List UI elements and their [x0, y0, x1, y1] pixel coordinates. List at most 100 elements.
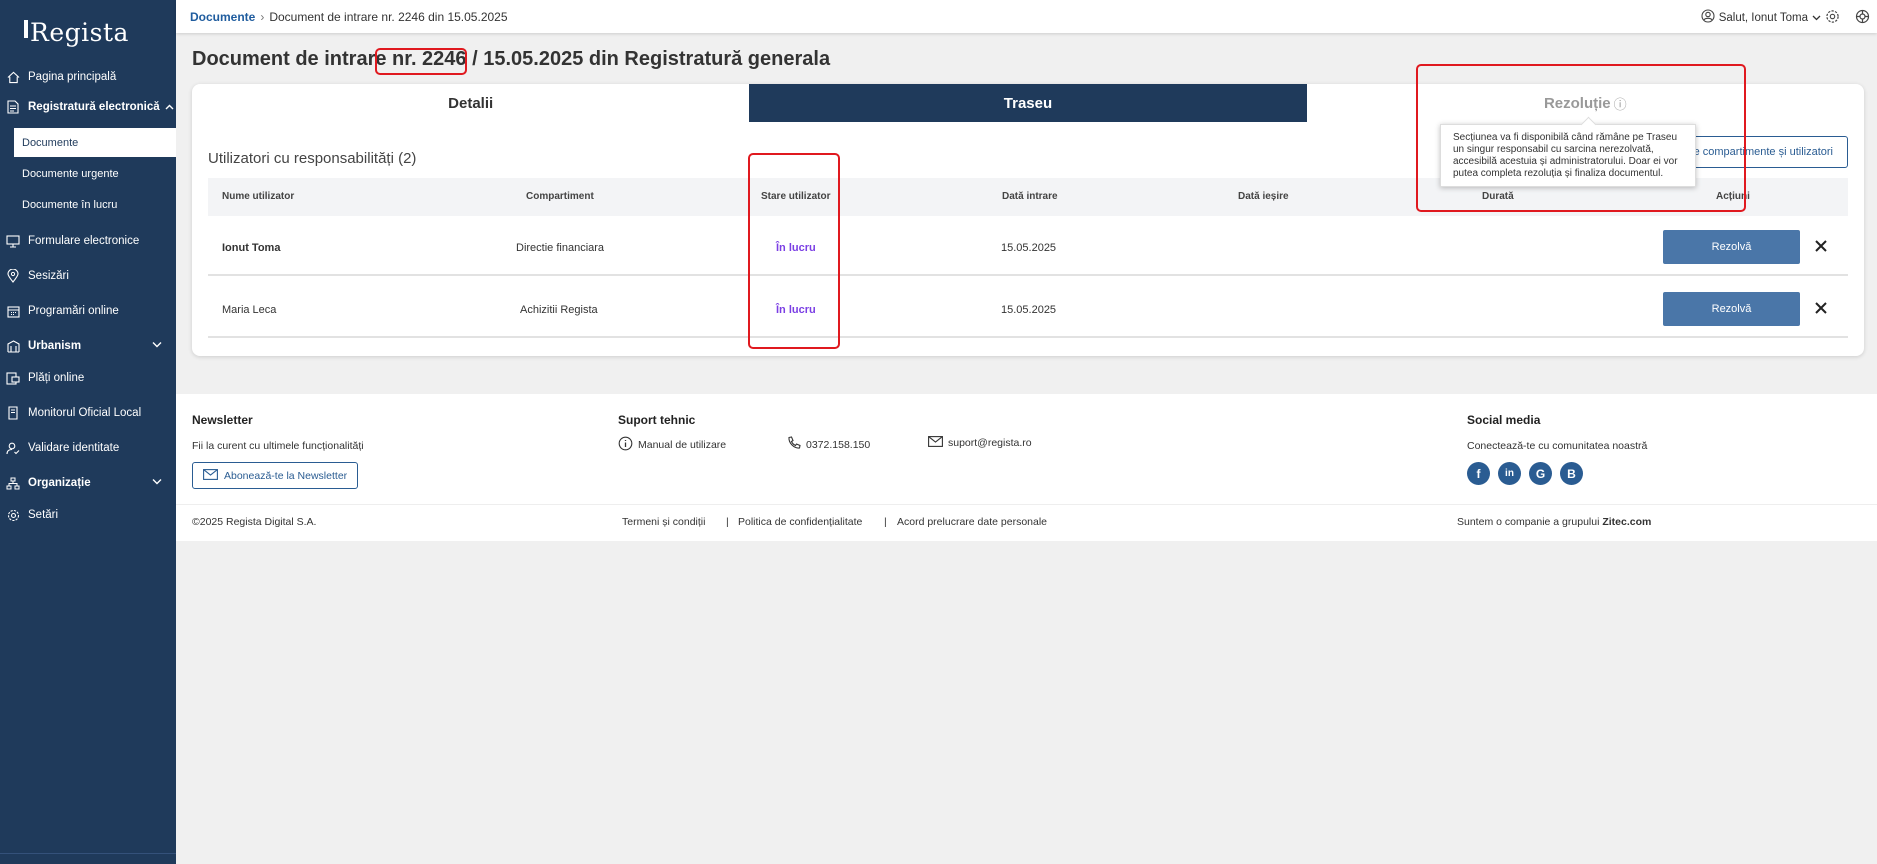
breadcrumb-link-documente[interactable]: Documente	[190, 10, 255, 24]
support-email: suport@regista.ro	[948, 437, 1032, 449]
logo-mark	[24, 20, 28, 38]
sidebar: Regista Pagina principală Registratură e…	[0, 0, 176, 864]
tab-traseu[interactable]: Traseu	[749, 84, 1307, 122]
column-header: Durată	[1482, 191, 1514, 202]
user-status: În lucru	[776, 304, 816, 316]
help-lifebuoy-icon[interactable]	[1855, 9, 1871, 25]
column-header: Nume utilizator	[222, 191, 295, 202]
resolve-button[interactable]: Rezolvă	[1663, 292, 1800, 326]
app-logo[interactable]: Regista	[24, 18, 129, 47]
info-icon[interactable]: ⓘ	[1614, 94, 1627, 113]
user-department: Achizitii Regista	[520, 304, 598, 316]
sidebar-divider	[0, 853, 176, 854]
top-bar: Documente › Document de intrare nr. 2246 d…	[176, 0, 1877, 33]
form-icon	[6, 234, 20, 248]
company-text: Suntem o companie a grupului Zitec.com	[1457, 516, 1651, 528]
google-icon[interactable]: G	[1529, 462, 1552, 485]
mail-icon	[928, 436, 943, 450]
chevron-up-icon	[165, 101, 174, 113]
user-name: Maria Leca	[222, 304, 277, 316]
info-circle-icon	[618, 436, 633, 454]
phone-link[interactable]: 0372.158.150	[787, 436, 870, 453]
manual-link[interactable]: Manual de utilizare	[618, 436, 726, 454]
sidebar-item-label: Plăți online	[28, 372, 85, 384]
title-suffix: / 15.05.2025 din Registratură generala	[466, 48, 831, 70]
user-avatar-icon	[1701, 9, 1715, 26]
rezolutie-tooltip: Secțiunea va fi disponibilă când rămâne …	[1440, 124, 1696, 187]
social-title: Social media	[1467, 413, 1541, 427]
sidebar-item-monitorul[interactable]: Monitorul Oficial Local	[0, 398, 176, 428]
breadcrumb-separator: ›	[260, 10, 265, 24]
linkedin-icon[interactable]: in	[1498, 462, 1521, 485]
section-title: Utilizatori cu responsabilități (2)	[208, 150, 417, 167]
user-menu[interactable]: Salut, Ionut Toma	[1701, 9, 1821, 26]
tab-label: Traseu	[1003, 94, 1053, 112]
tab-rezolutie[interactable]: Rezoluție ⓘ	[1307, 84, 1864, 122]
table-row: Maria Leca Achizitii Regista În lucru 15…	[208, 278, 1848, 338]
document-icon	[6, 100, 20, 114]
sidebar-item-label: Sesizări	[28, 270, 69, 282]
sidebar-subitem-label: Documente în lucru	[22, 198, 118, 211]
building-icon	[6, 339, 20, 353]
sidebar-item-label: Monitorul Oficial Local	[28, 407, 142, 419]
book-icon	[6, 406, 20, 420]
settings-gear-icon[interactable]	[1825, 9, 1841, 25]
sidebar-item-organizatie[interactable]: Organizație	[0, 468, 176, 498]
sidebar-subitem-documente-urgente[interactable]: Documente urgente	[14, 159, 176, 188]
logo-text: Regista	[30, 18, 129, 47]
sidebar-item-label: Programări online	[28, 305, 119, 317]
sidebar-item-label: Registratură electronică	[28, 101, 160, 113]
tab-detalii[interactable]: Detalii	[192, 84, 749, 122]
sidebar-item-home[interactable]: Pagina principală	[0, 62, 176, 92]
manual-label: Manual de utilizare	[638, 439, 727, 451]
sidebar-item-validare[interactable]: Validare identitate	[0, 433, 176, 463]
sidebar-subitem-documente-in-lucru[interactable]: Documente în lucru	[14, 190, 176, 219]
user-status: În lucru	[776, 242, 816, 254]
sidebar-item-programari[interactable]: Programări online	[0, 296, 176, 326]
sidebar-item-label: Urbanism	[28, 340, 82, 352]
sidebar-item-setari[interactable]: Setări	[0, 500, 176, 530]
sidebar-item-label: Validare identitate	[28, 442, 120, 454]
sidebar-item-label: Formulare electronice	[28, 235, 140, 247]
company-prefix: Suntem o companie a grupului	[1457, 516, 1603, 528]
sidebar-item-formulare[interactable]: Formulare electronice	[0, 226, 176, 256]
sidebar-item-urbanism[interactable]: Urbanism	[0, 331, 176, 361]
sidebar-item-label: Pagina principală	[28, 71, 117, 83]
privacy-link[interactable]: Politica de confidențialitate	[738, 516, 862, 528]
sidebar-item-sesizari[interactable]: Sesizări	[0, 261, 176, 291]
newsletter-button-label: Abonează-te la Newsletter	[224, 469, 348, 482]
tooltip-text: Secțiunea va fi disponibilă când rămâne …	[1453, 132, 1678, 179]
table-row: Ionut Toma Directie financiara În lucru …	[208, 216, 1848, 276]
email-link[interactable]: suport@regista.ro	[928, 436, 1032, 450]
tab-label: Rezoluție	[1543, 94, 1611, 112]
sidebar-subitem-label: Documente	[22, 136, 79, 149]
org-chart-icon	[6, 476, 20, 490]
company-link[interactable]: Zitec.com	[1602, 516, 1651, 528]
gdpr-link[interactable]: Acord prelucrare date personale	[897, 516, 1047, 528]
sidebar-item-plati[interactable]: Plăți online	[0, 363, 176, 393]
facebook-icon[interactable]: f	[1467, 462, 1490, 485]
date-in: 15.05.2025	[1001, 304, 1057, 316]
footer-separator: |	[726, 516, 729, 528]
home-icon	[6, 70, 20, 84]
column-header: Acțiuni	[1716, 191, 1750, 202]
resolve-button[interactable]: Rezolvă	[1663, 230, 1800, 264]
newsletter-title: Newsletter	[192, 413, 253, 427]
user-department: Directie financiara	[516, 242, 605, 254]
phone-icon	[787, 436, 801, 453]
sidebar-item-registratura[interactable]: Registratură electronică	[0, 92, 176, 122]
newsletter-subscribe-button[interactable]: Abonează-te la Newsletter	[192, 462, 359, 489]
column-header: Compartiment	[526, 191, 594, 202]
terms-link[interactable]: Termeni și condiții	[622, 516, 705, 528]
close-icon[interactable]	[1811, 236, 1831, 256]
user-greeting: Salut, Ionut Toma	[1718, 11, 1808, 24]
copyright: ©2025 Regista Digital S.A.	[192, 516, 317, 528]
sidebar-subitem-documente[interactable]: Documente	[14, 128, 176, 157]
location-icon	[6, 269, 20, 283]
sidebar-item-label: Organizație	[28, 477, 91, 489]
tab-label: Detalii	[448, 94, 494, 112]
sidebar-item-label: Setări	[28, 509, 59, 521]
date-in: 15.05.2025	[1001, 242, 1057, 254]
blog-icon[interactable]: B	[1560, 462, 1583, 485]
close-icon[interactable]	[1811, 298, 1831, 318]
